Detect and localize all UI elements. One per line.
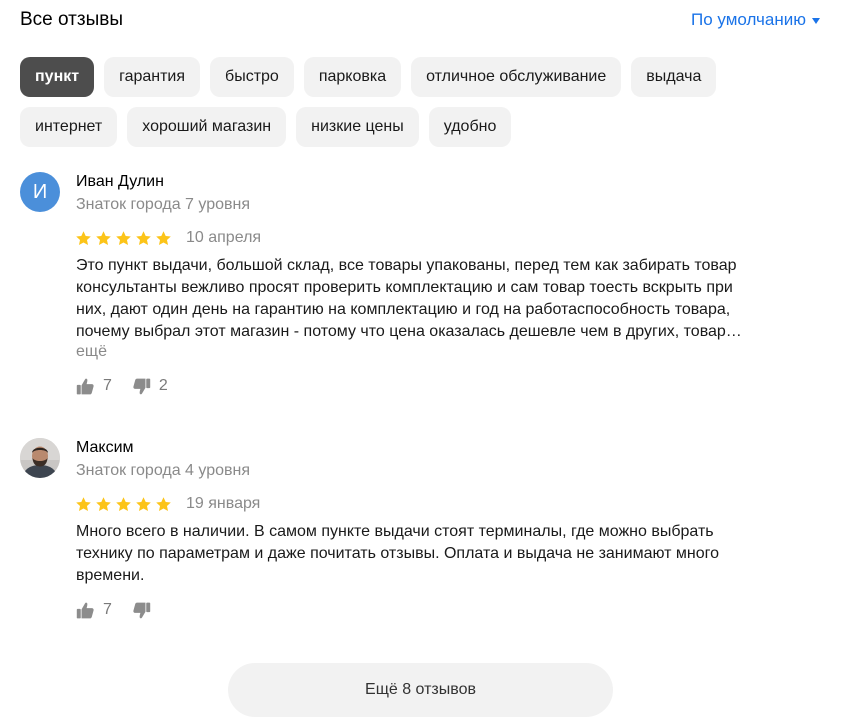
- review-card: Максим Знаток города 4 уровня 19 января …: [20, 438, 828, 628]
- tag-filter-list: пункт гарантия быстро парковка отличное …: [20, 57, 828, 157]
- review-text-line: них, дают один день на гарантию на компл…: [76, 301, 731, 318]
- star-icon: [116, 230, 131, 245]
- review-votes: 7 2: [76, 374, 168, 398]
- chevron-down-icon: [812, 18, 820, 24]
- author-level: Знаток города 4 уровня: [76, 462, 251, 479]
- review-text-line: Много всего в наличии. В самом пункте вы…: [76, 523, 714, 540]
- review-text: Это пункт выдачи, большой склад, все тов…: [76, 255, 826, 343]
- review-card: И Иван Дулин Знаток города 7 уровня 10 а…: [20, 172, 828, 402]
- avatar[interactable]: И: [20, 172, 60, 212]
- star-icon: [96, 496, 111, 511]
- dislike-button[interactable]: [132, 601, 151, 620]
- star-icon: [76, 496, 91, 511]
- review-text-line: консультанты вежливо просят проверить ко…: [76, 279, 733, 296]
- thumbs-up-icon: [76, 378, 94, 394]
- sort-dropdown[interactable]: По умолчанию: [691, 9, 820, 31]
- tag-row: интернет хороший магазин низкие цены удо…: [20, 107, 828, 147]
- review-date: 19 января: [186, 495, 261, 512]
- review-text-line: почему выбрал этот магазин - потому что …: [76, 323, 742, 340]
- avatar[interactable]: [20, 438, 60, 478]
- tag-punkt[interactable]: пункт: [20, 57, 95, 97]
- tag-nizkie-ceny[interactable]: низкие цены: [296, 107, 419, 147]
- dislike-button[interactable]: 2: [132, 376, 168, 396]
- tag-bystro[interactable]: быстро: [210, 57, 294, 97]
- thumbs-up-icon: [76, 602, 94, 618]
- star-icon: [96, 230, 111, 245]
- dislike-count: 2: [158, 377, 168, 394]
- review-date: 10 апреля: [186, 229, 262, 246]
- expand-review-link[interactable]: ещё: [76, 342, 107, 362]
- tag-vydacha[interactable]: выдача: [631, 57, 717, 97]
- avatar-photo: [20, 438, 60, 478]
- review-text: Много всего в наличии. В самом пункте вы…: [76, 521, 826, 587]
- load-more-reviews-button[interactable]: Ещё 8 отзывов: [228, 663, 613, 717]
- star-rating: [75, 496, 172, 513]
- sort-label: По умолчанию: [691, 10, 806, 29]
- star-icon: [136, 230, 151, 245]
- star-icon: [116, 496, 131, 511]
- review-text-line: Это пункт выдачи, большой склад, все тов…: [76, 257, 737, 274]
- review-votes: 7: [76, 598, 151, 622]
- tag-parkovka[interactable]: парковка: [303, 57, 402, 97]
- review-text-line: технику по параметрам и даже почитать от…: [76, 545, 720, 562]
- tag-udobno[interactable]: удобно: [428, 107, 512, 147]
- review-text-line: времени.: [76, 567, 145, 584]
- thumbs-down-icon: [133, 602, 151, 618]
- like-button[interactable]: 7: [76, 376, 112, 396]
- tag-otlichnoe-obsluzhivanie[interactable]: отличное обслуживание: [411, 57, 622, 97]
- reviews-header: Все отзывы По умолчанию: [20, 8, 828, 34]
- review-author[interactable]: Иван Дулин: [76, 172, 164, 192]
- tag-row: пункт гарантия быстро парковка отличное …: [20, 57, 828, 97]
- star-icon: [156, 496, 171, 511]
- tag-internet[interactable]: интернет: [20, 107, 118, 147]
- tag-garantiya[interactable]: гарантия: [104, 57, 201, 97]
- like-button[interactable]: 7: [76, 600, 112, 620]
- star-icon: [136, 496, 151, 511]
- review-rating: 10 апреля: [75, 228, 261, 248]
- like-count: 7: [103, 601, 112, 618]
- star-icon: [76, 230, 91, 245]
- thumbs-down-icon: [133, 378, 151, 394]
- tag-horoshiy-magazin[interactable]: хороший магазин: [127, 107, 287, 147]
- star-rating: [75, 230, 172, 247]
- page-title: Все отзывы: [20, 9, 123, 30]
- review-rating: 19 января: [75, 494, 260, 514]
- review-author[interactable]: Максим: [76, 438, 134, 458]
- like-count: 7: [103, 377, 112, 394]
- author-level: Знаток города 7 уровня: [76, 196, 251, 213]
- star-icon: [156, 230, 171, 245]
